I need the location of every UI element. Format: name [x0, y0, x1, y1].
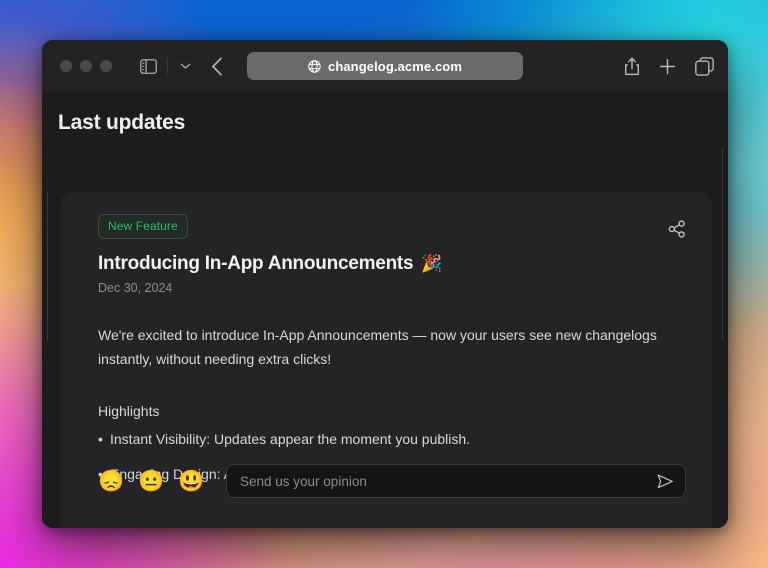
list-item: Instant Visibility: Updates appear the m…: [98, 431, 686, 466]
address-bar[interactable]: changelog.acme.com: [247, 52, 523, 80]
toolbar-actions: [624, 56, 714, 76]
plus-icon[interactable]: [659, 58, 676, 75]
post-title: Introducing In-App Announcements 🎉: [98, 253, 686, 275]
share-post-icon[interactable]: [666, 218, 688, 240]
page-right-rail: [722, 148, 723, 340]
send-icon[interactable]: [656, 472, 674, 490]
window-controls: [60, 60, 112, 72]
changelog-card: New Feature Introducing In-App Announcem…: [60, 192, 712, 528]
chevron-down-icon[interactable]: [180, 62, 191, 70]
minimize-button[interactable]: [80, 60, 92, 72]
highlights-heading: Highlights: [98, 403, 160, 419]
back-arrow-icon[interactable]: [211, 56, 223, 76]
party-popper-icon: 🎉: [421, 254, 443, 273]
reaction-happy[interactable]: 😃: [178, 471, 218, 492]
browser-window: changelog.acme.com Last updates New Feat…: [42, 40, 728, 528]
reaction-neutral[interactable]: 😐: [138, 471, 178, 492]
globe-icon: [308, 59, 321, 73]
post-date: Dec 30, 2024: [98, 281, 173, 295]
sidebar-toggle-icon[interactable]: [140, 58, 157, 74]
toolbar-divider: [167, 58, 168, 74]
status-badge: New Feature: [98, 214, 188, 239]
opinion-input[interactable]: [240, 473, 656, 489]
feedback-row: 😞 😐 😃: [98, 464, 686, 498]
page-title: Last updates: [58, 111, 186, 134]
page-left-rail: [47, 192, 48, 340]
tab-overview-icon[interactable]: [695, 56, 714, 76]
address-text: changelog.acme.com: [327, 58, 462, 74]
share-icon[interactable]: [624, 57, 640, 76]
post-intro-paragraph: We're excited to introduce In-App Announ…: [98, 327, 657, 367]
zoom-button[interactable]: [100, 60, 112, 72]
page-viewport: Last updates New Feature Introducing In-…: [42, 92, 728, 528]
post-title-text: Introducing In-App Announcements: [98, 253, 414, 274]
opinion-field-wrapper[interactable]: [226, 464, 686, 498]
close-button[interactable]: [60, 60, 72, 72]
browser-toolbar: changelog.acme.com: [42, 40, 728, 92]
reaction-sad[interactable]: 😞: [98, 471, 138, 492]
